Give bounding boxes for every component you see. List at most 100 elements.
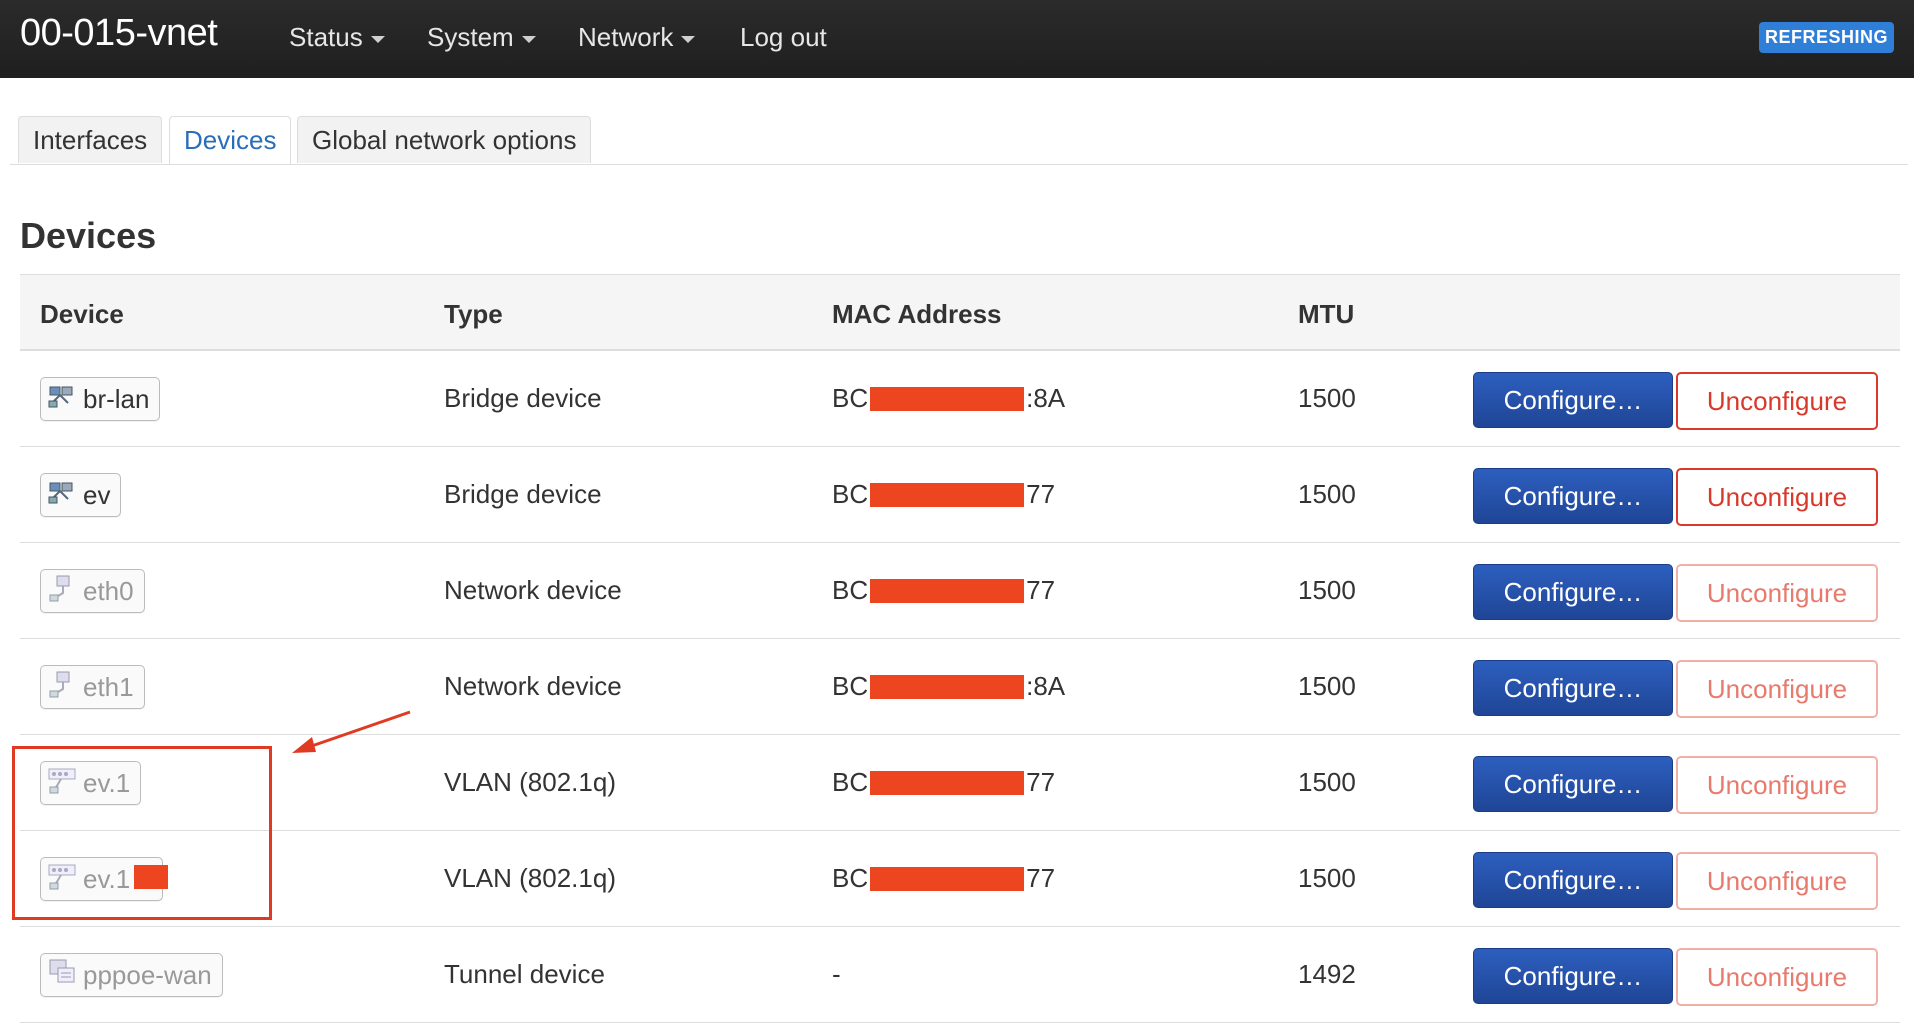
redaction-mark <box>870 386 1025 411</box>
tab-devices[interactable]: Devices <box>169 116 292 164</box>
menu-system[interactable]: System <box>427 22 536 53</box>
tab-bar: Interfaces Devices Global network option… <box>10 116 1908 165</box>
device-badge[interactable]: br-lan <box>40 377 161 421</box>
mac-address: BC 77 <box>832 575 1055 606</box>
device-name: ev <box>83 479 111 510</box>
device-badge[interactable]: eth0 <box>40 569 145 613</box>
bridge-icon <box>47 381 77 418</box>
mtu-value: 1500 <box>1298 863 1356 893</box>
unconfigure-button[interactable]: Unconfigure <box>1676 852 1878 910</box>
mac-suffix: 77 <box>1026 863 1056 893</box>
configure-button[interactable]: Configure… <box>1473 660 1673 716</box>
table-row: br-lan Bridge device BC:8A 1500 Configure… Un… <box>20 351 1900 447</box>
menu-system-label: System <box>427 22 514 52</box>
mac-prefix: BC <box>832 767 869 797</box>
table-body: br-lan Bridge device BC:8A 1500 Configure… Un… <box>20 351 1900 1023</box>
header-type: Type <box>444 299 503 329</box>
mac-suffix: 77 <box>1026 767 1056 797</box>
mtu-value: 1500 <box>1298 671 1356 701</box>
chevron-down-icon <box>370 35 385 43</box>
device-badge[interactable]: eth1 <box>40 665 145 709</box>
configure-button[interactable]: Configure… <box>1473 564 1673 620</box>
configure-button[interactable]: Configure… <box>1473 372 1673 428</box>
configure-button[interactable]: Configure… <box>1473 468 1673 524</box>
redaction-mark <box>134 865 168 889</box>
menu-status[interactable]: Status <box>289 22 385 53</box>
redaction-mark <box>870 578 1025 603</box>
redaction-mark <box>870 770 1025 795</box>
device-name: eth0 <box>83 575 134 606</box>
device-type: VLAN (802.1q) <box>444 863 616 893</box>
table-row: pppoe-wan Tunnel device - 1492 Configure… Unc… <box>20 927 1900 1023</box>
redaction-mark <box>870 866 1025 891</box>
unconfigure-button[interactable]: Unconfigure <box>1676 468 1878 526</box>
redaction-mark <box>870 674 1025 699</box>
mac-address: BC 77 <box>832 479 1055 510</box>
device-type: Network device <box>444 671 622 701</box>
mtu-value: 1492 <box>1298 959 1356 989</box>
highlight-box <box>12 746 272 920</box>
mac-suffix: :8A <box>1026 383 1066 413</box>
configure-button[interactable]: Configure… <box>1473 852 1673 908</box>
mac-prefix: BC <box>832 863 869 893</box>
mac-prefix: BC <box>832 383 869 413</box>
mtu-value: 1500 <box>1298 479 1356 509</box>
mac-address: BC 77 <box>832 863 1055 894</box>
unconfigure-button[interactable]: Unconfigure <box>1676 660 1878 718</box>
tab-global-network-options[interactable]: Global network options <box>297 116 592 163</box>
mac-address: BC 77 <box>832 767 1055 798</box>
mtu-value: 1500 <box>1298 767 1356 797</box>
arrow-icon <box>292 710 411 753</box>
mac-suffix: :8A <box>1026 671 1066 701</box>
tunnel-icon <box>47 957 77 994</box>
redaction-mark <box>870 482 1025 507</box>
device-type: Tunnel device <box>444 959 605 989</box>
device-name: eth1 <box>83 671 134 702</box>
tab-interfaces[interactable]: Interfaces <box>18 116 163 163</box>
device-type: Bridge device <box>444 479 602 509</box>
mac-prefix: BC <box>832 575 869 605</box>
configure-button[interactable]: Configure… <box>1473 948 1673 1004</box>
menu-network-label: Network <box>578 22 674 52</box>
chevron-down-icon <box>521 35 536 43</box>
ethernet-icon <box>47 573 77 610</box>
header-mac: MAC Address <box>832 299 1002 329</box>
unconfigure-button[interactable]: Unconfigure <box>1676 564 1878 622</box>
mac-prefix: BC <box>832 671 869 701</box>
menu-status-label: Status <box>289 22 363 52</box>
mac-suffix: 77 <box>1026 479 1056 509</box>
unconfigure-button[interactable]: Unconfigure <box>1676 372 1878 430</box>
device-type: Network device <box>444 575 622 605</box>
brand-hostname[interactable]: 00-015-vnet <box>20 12 218 55</box>
device-type: Bridge device <box>444 383 602 413</box>
mac-address: BC :8A <box>832 383 1065 414</box>
table-row: ev.1 3 VLAN (802.1q) BC 77 1500 Configure… Unc… <box>20 831 1900 927</box>
refreshing-badge[interactable]: REFRESHING <box>1758 22 1894 53</box>
device-type: VLAN (802.1q) <box>444 767 616 797</box>
mac-prefix: - <box>832 959 841 989</box>
device-name: br-lan <box>83 383 150 414</box>
menu-network[interactable]: Network <box>578 22 696 53</box>
mac-prefix: BC <box>832 479 869 509</box>
unconfigure-button[interactable]: Unconfigure <box>1676 756 1878 814</box>
mac-suffix: 77 <box>1026 575 1056 605</box>
device-name: pppoe-wan <box>83 959 212 990</box>
mac-address: - <box>832 959 841 990</box>
ethernet-icon <box>47 669 77 706</box>
bridge-icon <box>47 477 77 514</box>
unconfigure-button[interactable]: Unconfigure <box>1676 948 1878 1006</box>
table-row: ev Bridge device BC 77 1500 Configure… Unconfi… <box>20 447 1900 543</box>
menu-logout-label: Log out <box>740 22 827 52</box>
devices-table: Device Type MAC Address MTU br-lan Bridge… <box>20 274 1900 1023</box>
device-badge[interactable]: ev <box>40 473 122 517</box>
device-badge[interactable]: pppoe-wan <box>40 953 223 997</box>
header-device: Device <box>40 299 124 329</box>
table-header: Device Type MAC Address MTU <box>20 274 1900 351</box>
configure-button[interactable]: Configure… <box>1473 756 1673 812</box>
chevron-down-icon <box>681 35 696 43</box>
header-mtu: MTU <box>1298 299 1355 329</box>
page-title: Devices <box>20 215 157 256</box>
top-navbar: 00-015-vnet Status System Network Log ou… <box>0 0 1914 78</box>
mtu-value: 1500 <box>1298 575 1356 605</box>
menu-logout[interactable]: Log out <box>740 22 827 53</box>
